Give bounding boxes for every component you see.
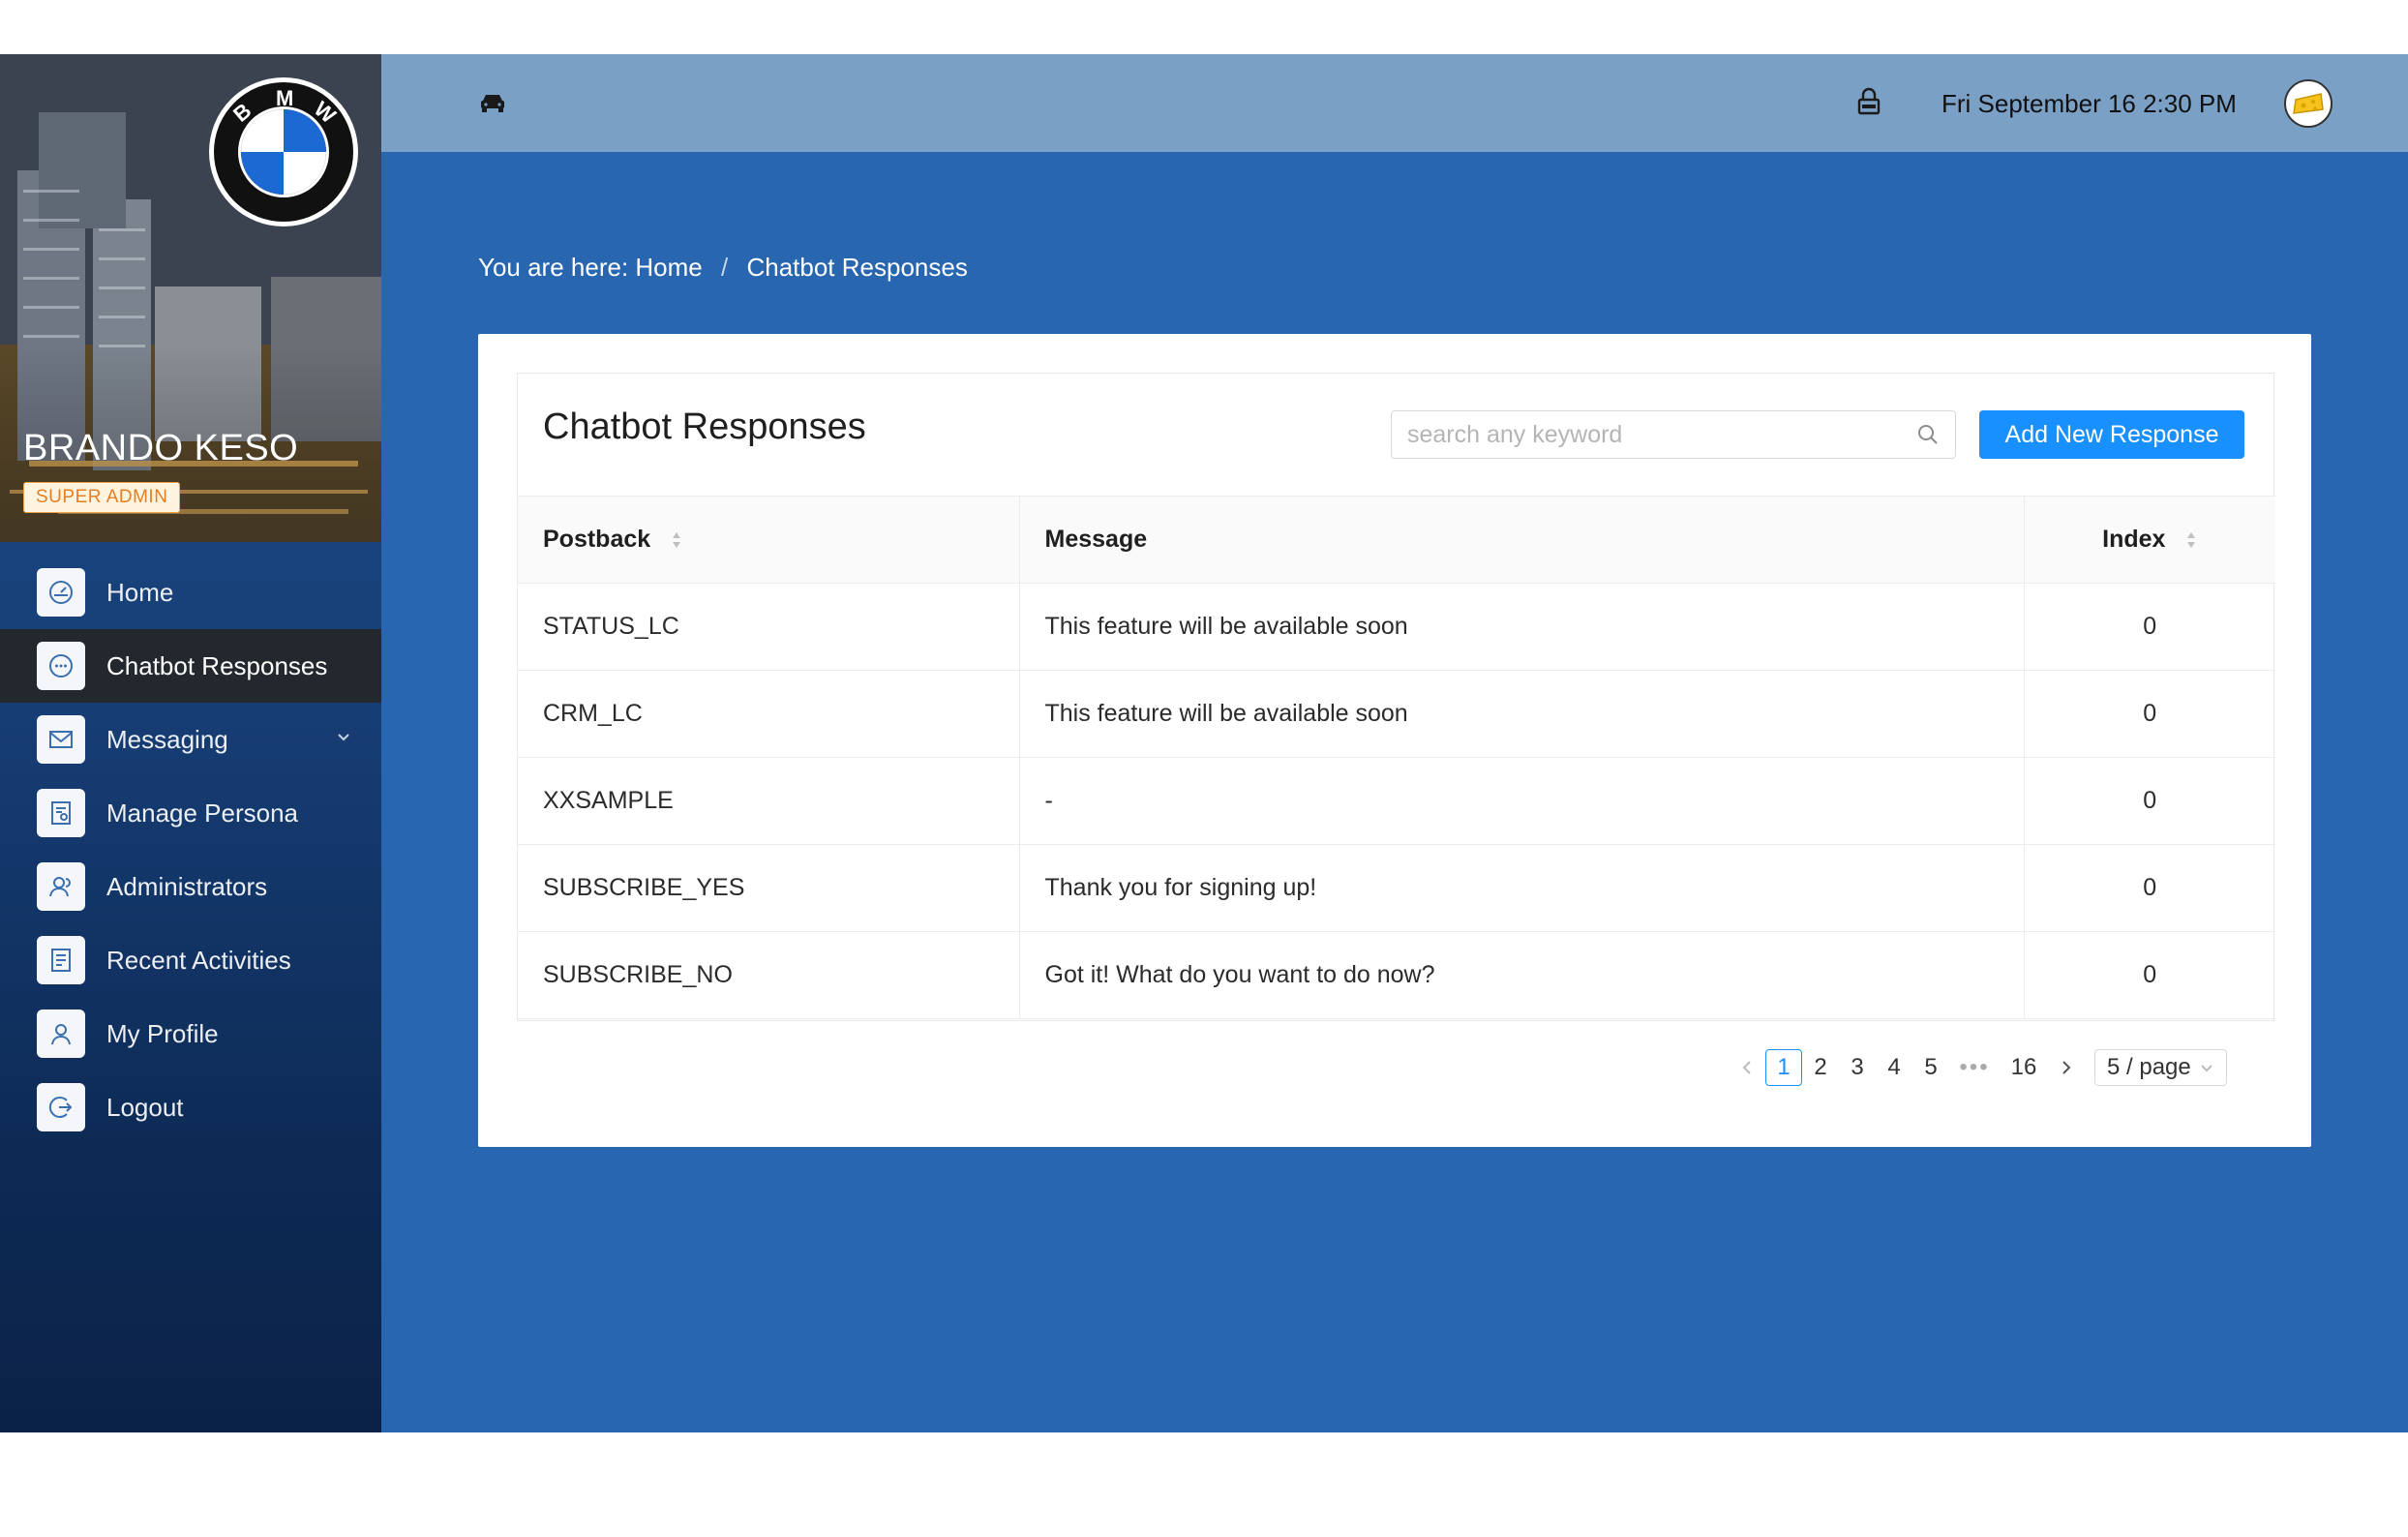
page-title: Chatbot Responses bbox=[543, 407, 866, 447]
column-header-postback[interactable]: Postback bbox=[518, 496, 1019, 584]
user-name: BRANDO KESO bbox=[23, 428, 299, 468]
cell-index: 0 bbox=[2023, 583, 2275, 671]
page-button-last[interactable]: 16 bbox=[2000, 1049, 2048, 1086]
cell-message: This feature will be available soon bbox=[1018, 583, 2024, 671]
avatar[interactable] bbox=[2284, 79, 2333, 128]
sidebar-item-label: Home bbox=[106, 577, 174, 607]
cell-postback: SUBSCRIBE_YES bbox=[518, 844, 1019, 932]
add-new-response-button[interactable]: Add New Response bbox=[1979, 410, 2244, 459]
profile-banner: B M W BRANDO KESO SUPER ADMIN bbox=[0, 54, 381, 542]
column-label: Index bbox=[2102, 526, 2166, 553]
sidebar-item-my-profile[interactable]: My Profile bbox=[0, 997, 381, 1070]
sidebar-item-label: Messaging bbox=[106, 724, 228, 754]
pagination: 1 2 3 4 5 ••• 16 5 / page bbox=[1729, 1048, 2227, 1087]
sort-icon[interactable] bbox=[2185, 530, 2197, 550]
sidebar-item-manage-persona[interactable]: Manage Persona bbox=[0, 776, 381, 850]
table-row[interactable]: XXSAMPLE - 0 bbox=[518, 757, 2275, 845]
sidebar-item-label: Chatbot Responses bbox=[106, 650, 328, 680]
table-row[interactable]: CRM_LC This feature will be available so… bbox=[518, 670, 2275, 758]
app-frame: B M W BRANDO KESO SUPER ADMIN Home bbox=[0, 54, 2408, 1432]
chat-icon bbox=[37, 642, 85, 690]
search-input[interactable] bbox=[1407, 419, 1891, 450]
page-size-value: 5 / page bbox=[2107, 1054, 2191, 1080]
prev-page-button[interactable] bbox=[1729, 1049, 1765, 1086]
page-button-4[interactable]: 4 bbox=[1876, 1049, 1912, 1086]
cell-postback: SUBSCRIBE_NO bbox=[518, 931, 1019, 1019]
lock-icon[interactable] bbox=[1856, 87, 1881, 116]
bmw-logo: B M W bbox=[209, 77, 358, 226]
sidebar-nav: Home Chatbot Responses Messaging Manage … bbox=[0, 556, 381, 1144]
responses-panel: Chatbot Responses Add New Response Postb… bbox=[517, 373, 2275, 1021]
search-icon[interactable] bbox=[1916, 423, 1940, 446]
cell-message: - bbox=[1018, 757, 2024, 845]
table-row[interactable]: STATUS_LC This feature will be available… bbox=[518, 583, 2275, 671]
column-header-index[interactable]: Index bbox=[2023, 496, 2275, 584]
page-size-select[interactable]: 5 / page bbox=[2094, 1049, 2227, 1086]
chevron-down-icon bbox=[2199, 1054, 2214, 1081]
logout-icon bbox=[37, 1083, 85, 1131]
top-header: Fri September 16 2:30 PM bbox=[381, 54, 2408, 152]
breadcrumb-home-link[interactable]: Home bbox=[635, 253, 702, 282]
activity-icon bbox=[37, 936, 85, 984]
cell-postback: CRM_LC bbox=[518, 670, 1019, 758]
breadcrumb-separator: / bbox=[721, 253, 729, 282]
breadcrumb-current: Chatbot Responses bbox=[746, 253, 968, 282]
sidebar-item-administrators[interactable]: Administrators bbox=[0, 850, 381, 923]
profile-icon bbox=[37, 1010, 85, 1058]
content-card: Chatbot Responses Add New Response Postb… bbox=[478, 334, 2311, 1147]
sidebar: B M W BRANDO KESO SUPER ADMIN Home bbox=[0, 54, 381, 1432]
column-header-message: Message bbox=[1018, 496, 2024, 584]
table-row[interactable]: SUBSCRIBE_YES Thank you for signing up! … bbox=[518, 844, 2275, 932]
main-content: You are here: Home / Chatbot Responses C… bbox=[381, 152, 2408, 1432]
cell-postback: STATUS_LC bbox=[518, 583, 1019, 671]
page-button-2[interactable]: 2 bbox=[1802, 1049, 1839, 1086]
chevron-right-icon bbox=[2062, 1061, 2071, 1074]
persona-icon bbox=[37, 789, 85, 837]
sidebar-item-chatbot-responses[interactable]: Chatbot Responses bbox=[0, 629, 381, 703]
next-page-button[interactable] bbox=[2048, 1049, 2085, 1086]
car-icon[interactable] bbox=[478, 91, 507, 114]
cell-message: Thank you for signing up! bbox=[1018, 844, 2024, 932]
chevron-left-icon bbox=[1742, 1061, 1751, 1074]
page-button-1[interactable]: 1 bbox=[1765, 1049, 1802, 1086]
sidebar-item-messaging[interactable]: Messaging bbox=[0, 703, 381, 776]
cell-index: 0 bbox=[2023, 931, 2275, 1019]
page-button-5[interactable]: 5 bbox=[1912, 1049, 1949, 1086]
cell-index: 0 bbox=[2023, 757, 2275, 845]
table-row[interactable]: SUBSCRIBE_NO Got it! What do you want to… bbox=[518, 931, 2275, 1019]
cell-message: This feature will be available soon bbox=[1018, 670, 2024, 758]
cell-index: 0 bbox=[2023, 670, 2275, 758]
cell-index: 0 bbox=[2023, 844, 2275, 932]
sidebar-item-label: My Profile bbox=[106, 1018, 219, 1048]
sidebar-item-label: Logout bbox=[106, 1092, 184, 1122]
header-datetime: Fri September 16 2:30 PM bbox=[1941, 89, 2237, 118]
breadcrumb-prefix: You are here: bbox=[478, 253, 629, 282]
table-header-row: Postback Message Index bbox=[518, 496, 2275, 584]
sidebar-item-logout[interactable]: Logout bbox=[0, 1070, 381, 1144]
cheese-icon bbox=[2293, 93, 2324, 114]
chevron-down-icon[interactable] bbox=[335, 728, 352, 745]
column-label: Postback bbox=[543, 526, 651, 553]
sidebar-item-label: Administrators bbox=[106, 871, 268, 901]
page-ellipsis[interactable]: ••• bbox=[1949, 1049, 2000, 1086]
sort-icon[interactable] bbox=[671, 530, 682, 550]
dashboard-icon bbox=[37, 568, 85, 617]
sidebar-item-label: Recent Activities bbox=[106, 945, 291, 975]
page-button-3[interactable]: 3 bbox=[1839, 1049, 1876, 1086]
role-badge: SUPER ADMIN bbox=[23, 482, 181, 513]
sidebar-item-label: Manage Persona bbox=[106, 798, 299, 828]
search-box bbox=[1391, 410, 1956, 459]
cell-message: Got it! What do you want to do now? bbox=[1018, 931, 2024, 1019]
users-icon bbox=[37, 862, 85, 911]
mail-icon bbox=[37, 715, 85, 764]
breadcrumb: You are here: Home / Chatbot Responses bbox=[478, 253, 968, 283]
sidebar-item-home[interactable]: Home bbox=[0, 556, 381, 629]
sidebar-item-recent-activities[interactable]: Recent Activities bbox=[0, 923, 381, 997]
cell-postback: XXSAMPLE bbox=[518, 757, 1019, 845]
responses-table: Postback Message Index STATUS_LC This fe… bbox=[518, 496, 2275, 1019]
